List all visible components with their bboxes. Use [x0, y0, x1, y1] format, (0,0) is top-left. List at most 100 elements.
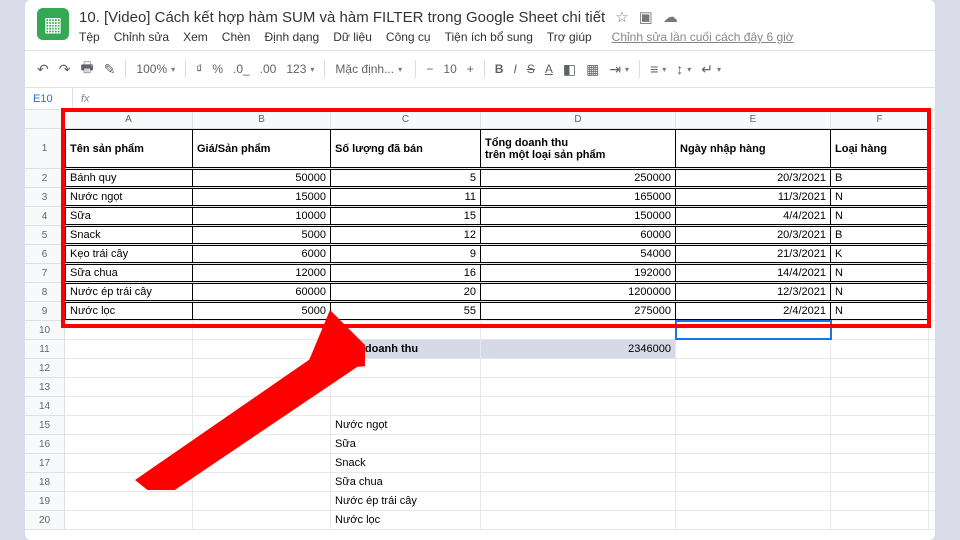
- paint-format-icon[interactable]: ✎: [104, 61, 116, 78]
- cell[interactable]: Nước ngọt: [331, 416, 481, 434]
- cell[interactable]: 12/3/2021: [676, 283, 831, 301]
- cell[interactable]: [65, 340, 193, 358]
- cell[interactable]: Tên sản phẩm: [65, 129, 193, 168]
- cell[interactable]: [193, 321, 331, 339]
- cell[interactable]: [65, 511, 193, 529]
- cell[interactable]: Nước ngọt: [65, 188, 193, 206]
- strike-button[interactable]: S: [527, 62, 535, 76]
- cell[interactable]: 55: [331, 302, 481, 320]
- cell[interactable]: Số lượng đã bán: [331, 129, 481, 168]
- menu-edit[interactable]: Chỉnh sửa: [114, 30, 169, 44]
- select-all-corner[interactable]: [25, 110, 65, 129]
- cell[interactable]: [193, 340, 331, 358]
- cell[interactable]: B: [831, 226, 929, 244]
- cell[interactable]: [65, 435, 193, 453]
- cell[interactable]: 11: [331, 188, 481, 206]
- cell[interactable]: Nước lọc: [331, 511, 481, 529]
- valign-icon[interactable]: ↕: [676, 61, 691, 77]
- name-box[interactable]: E10: [25, 88, 73, 109]
- cell[interactable]: N: [831, 188, 929, 206]
- cell[interactable]: [331, 321, 481, 339]
- row-header-2[interactable]: 2: [25, 169, 64, 188]
- cell[interactable]: [831, 492, 929, 510]
- cell[interactable]: 150000: [481, 207, 676, 225]
- row-header-12[interactable]: 12: [25, 359, 64, 378]
- formula-input[interactable]: [98, 88, 935, 109]
- cell[interactable]: [676, 435, 831, 453]
- cell[interactable]: [193, 511, 331, 529]
- halign-icon[interactable]: ≡: [650, 61, 666, 77]
- cell[interactable]: 12: [331, 226, 481, 244]
- star-icon[interactable]: ☆: [615, 8, 628, 26]
- cell[interactable]: [831, 397, 929, 415]
- redo-icon[interactable]: ↷: [59, 61, 71, 78]
- decrease-decimal-button[interactable]: .0_: [233, 62, 250, 76]
- fontsize-minus[interactable]: −: [426, 62, 433, 76]
- cell[interactable]: N: [831, 283, 929, 301]
- col-header-E[interactable]: E: [676, 110, 831, 128]
- cell[interactable]: 60000: [481, 226, 676, 244]
- cell[interactable]: [676, 378, 831, 396]
- col-header-F[interactable]: F: [831, 110, 929, 128]
- italic-button[interactable]: I: [513, 62, 516, 76]
- cell[interactable]: [193, 378, 331, 396]
- cell[interactable]: 165000: [481, 188, 676, 206]
- menu-help[interactable]: Trợ giúp: [547, 30, 592, 44]
- cell[interactable]: [65, 473, 193, 491]
- increase-decimal-button[interactable]: .00: [260, 62, 277, 76]
- row-header-4[interactable]: 4: [25, 207, 64, 226]
- menu-data[interactable]: Dữ liệu: [333, 30, 372, 44]
- currency-button[interactable]: ₫: [196, 62, 202, 76]
- cell[interactable]: [65, 378, 193, 396]
- cell[interactable]: [831, 511, 929, 529]
- cell[interactable]: [831, 321, 929, 339]
- move-icon[interactable]: ▣: [639, 8, 653, 26]
- cell[interactable]: 20/3/2021: [676, 169, 831, 187]
- cell[interactable]: Sữa: [65, 207, 193, 225]
- cell[interactable]: 2/4/2021: [676, 302, 831, 320]
- cell[interactable]: 275000: [481, 302, 676, 320]
- doc-title[interactable]: 10. [Video] Cách kết hợp hàm SUM và hàm …: [79, 9, 605, 26]
- cell[interactable]: [65, 492, 193, 510]
- cell[interactable]: [676, 359, 831, 377]
- cell[interactable]: 10000: [193, 207, 331, 225]
- more-formats-button[interactable]: 123: [286, 62, 314, 76]
- cell[interactable]: [331, 359, 481, 377]
- cell[interactable]: [831, 454, 929, 472]
- cloud-icon[interactable]: ☁: [663, 8, 678, 26]
- row-header-15[interactable]: 15: [25, 416, 64, 435]
- cell[interactable]: [481, 397, 676, 415]
- cell[interactable]: [481, 492, 676, 510]
- cell[interactable]: N: [831, 302, 929, 320]
- cell[interactable]: [193, 359, 331, 377]
- row-header-11[interactable]: 11: [25, 340, 64, 359]
- row-header-13[interactable]: 13: [25, 378, 64, 397]
- cell[interactable]: [831, 340, 929, 358]
- cell[interactable]: Kẹo trái cây: [65, 245, 193, 263]
- cell[interactable]: B: [831, 169, 929, 187]
- cell[interactable]: Tổng doanh thu trên một loại sản phẩm: [481, 129, 676, 168]
- cell[interactable]: [65, 454, 193, 472]
- cell[interactable]: 192000: [481, 264, 676, 282]
- cell[interactable]: [65, 416, 193, 434]
- cell[interactable]: 15000: [193, 188, 331, 206]
- row-header-3[interactable]: 3: [25, 188, 64, 207]
- cell[interactable]: 60000: [193, 283, 331, 301]
- row-header-16[interactable]: 16: [25, 435, 64, 454]
- cell[interactable]: Tổng doanh thu: [331, 340, 481, 358]
- cell[interactable]: Bánh quy: [65, 169, 193, 187]
- row-header-10[interactable]: 10: [25, 321, 64, 340]
- menu-addons[interactable]: Tiện ích bổ sung: [445, 30, 533, 44]
- cell[interactable]: 1200000: [481, 283, 676, 301]
- cell[interactable]: Giá/Sản phẩm: [193, 129, 331, 168]
- zoom-select[interactable]: 100%: [136, 62, 175, 76]
- wrap-icon[interactable]: ↵: [701, 61, 721, 78]
- last-edit-link[interactable]: Chỉnh sửa lần cuối cách đây 6 giờ: [612, 30, 794, 44]
- row-header-19[interactable]: 19: [25, 492, 64, 511]
- cell[interactable]: Sữa chua: [331, 473, 481, 491]
- cell[interactable]: [831, 473, 929, 491]
- cell[interactable]: [481, 378, 676, 396]
- cell[interactable]: [676, 340, 831, 358]
- menu-insert[interactable]: Chèn: [222, 30, 251, 44]
- cell[interactable]: Nước ép trái cây: [331, 492, 481, 510]
